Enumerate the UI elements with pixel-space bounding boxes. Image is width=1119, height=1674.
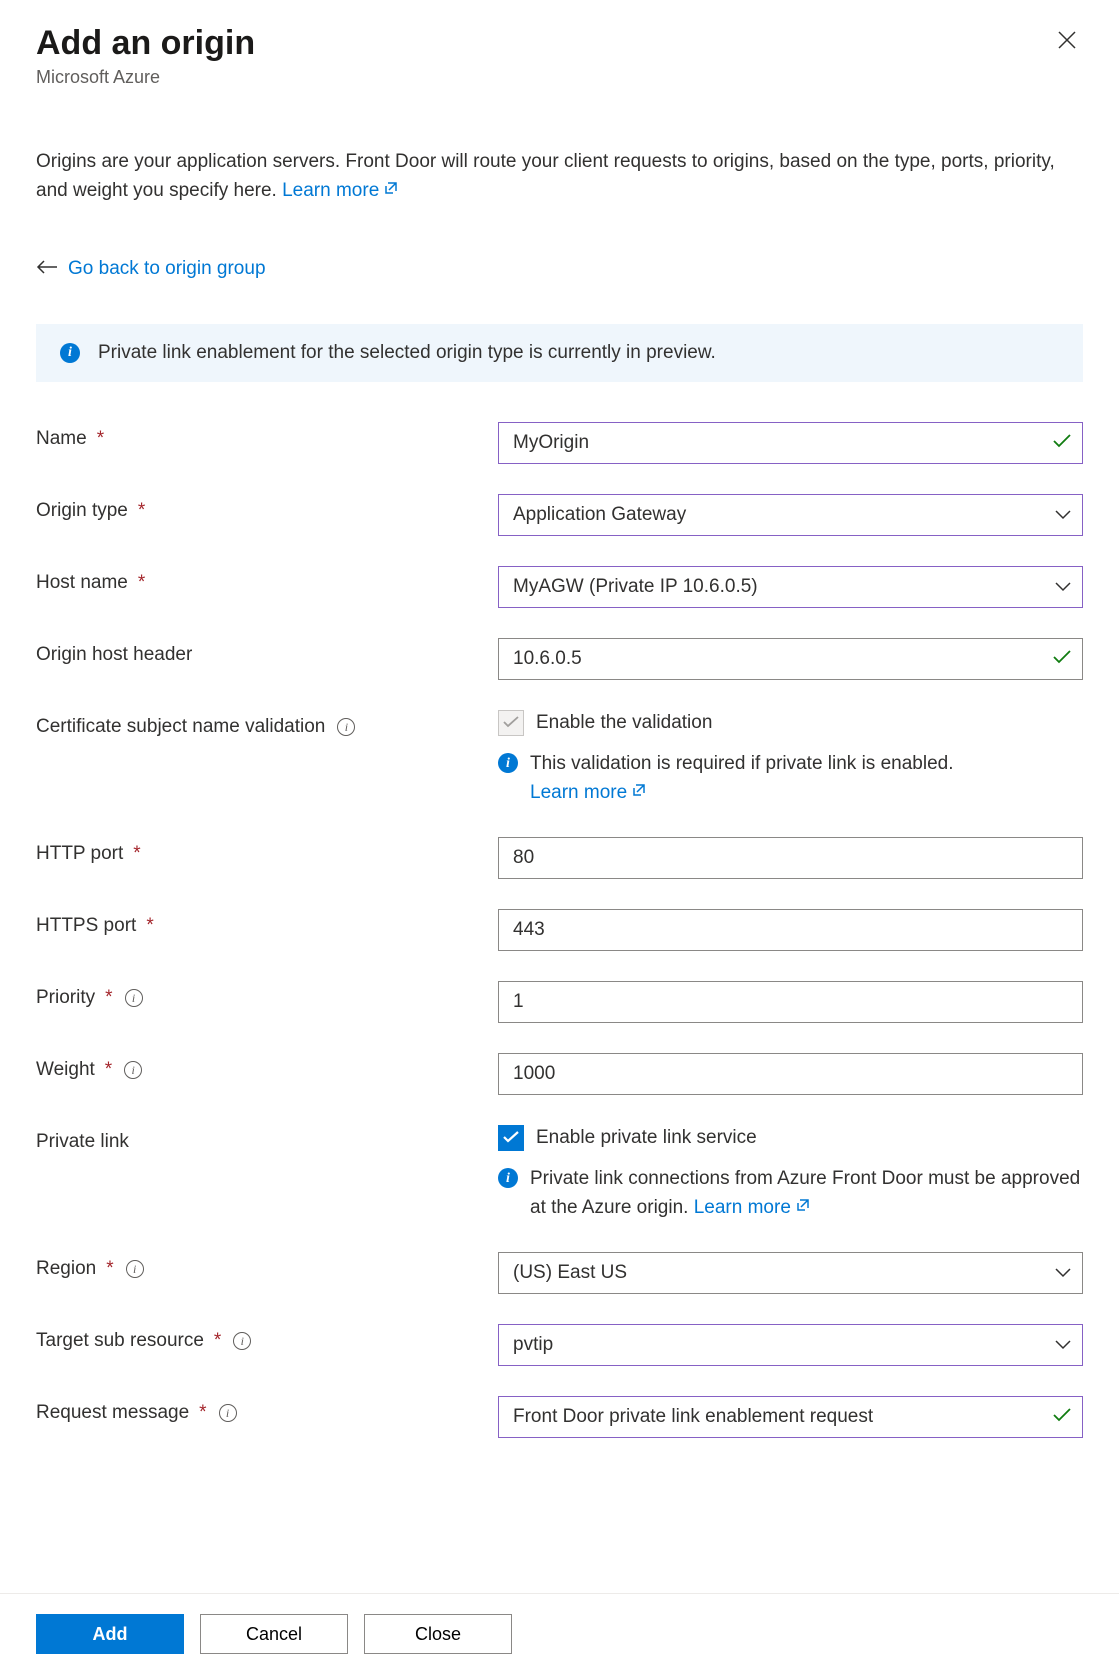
host-name-select[interactable] [498,566,1083,608]
request-msg-input[interactable] [498,1396,1083,1438]
page-title: Add an origin [36,24,255,63]
info-icon: i [498,753,518,773]
info-icon: i [498,1168,518,1188]
external-link-icon [383,177,399,206]
footer-actions: Add Cancel Close [0,1593,1119,1674]
learn-more-link[interactable]: Learn more [282,180,399,201]
host-header-input[interactable] [498,638,1083,680]
info-hint-icon[interactable]: i [337,718,355,736]
close-icon[interactable] [1051,24,1083,62]
priority-label: Priority [36,987,95,1009]
info-hint-icon[interactable]: i [124,1061,142,1079]
cancel-button[interactable]: Cancel [200,1614,348,1654]
external-link-icon [631,779,647,808]
banner-text: Private link enablement for the selected… [98,342,716,364]
description-text: Origins are your application servers. Fr… [36,148,1083,205]
back-link[interactable]: Go back to origin group [68,258,266,280]
page-subtitle: Microsoft Azure [36,67,255,88]
private-link-checkbox-label: Enable private link service [536,1127,757,1149]
region-select[interactable] [498,1252,1083,1294]
cert-validation-checkbox-label: Enable the validation [536,712,712,734]
private-link-checkbox[interactable] [498,1125,524,1151]
private-link-label: Private link [36,1131,129,1153]
info-hint-icon[interactable]: i [219,1404,237,1422]
preview-banner: i Private link enablement for the select… [36,324,1083,382]
region-label: Region [36,1258,96,1280]
name-input[interactable] [498,422,1083,464]
host-header-label: Origin host header [36,644,192,666]
origin-type-select[interactable] [498,494,1083,536]
add-button[interactable]: Add [36,1614,184,1654]
http-port-input[interactable] [498,837,1083,879]
info-hint-icon[interactable]: i [126,1260,144,1278]
host-name-label: Host name [36,572,128,594]
request-msg-label: Request message [36,1402,189,1424]
cert-validation-checkbox [498,710,524,736]
back-link-row[interactable]: Go back to origin group [36,257,1083,280]
cert-validation-info: This validation is required if private l… [530,753,954,774]
http-port-label: HTTP port [36,843,123,865]
target-sub-label: Target sub resource [36,1330,204,1352]
cert-validation-label: Certificate subject name validation [36,716,325,738]
name-label: Name [36,428,87,450]
arrow-left-icon [36,257,58,280]
external-link-icon [795,1194,811,1223]
learn-more-link[interactable]: Learn more [694,1197,811,1218]
info-hint-icon[interactable]: i [125,989,143,1007]
info-icon: i [60,343,80,363]
https-port-input[interactable] [498,909,1083,951]
origin-type-label: Origin type [36,500,128,522]
https-port-label: HTTPS port [36,915,136,937]
weight-input[interactable] [498,1053,1083,1095]
close-button[interactable]: Close [364,1614,512,1654]
learn-more-link[interactable]: Learn more [530,782,647,803]
priority-input[interactable] [498,981,1083,1023]
weight-label: Weight [36,1059,95,1081]
target-sub-select[interactable] [498,1324,1083,1366]
info-hint-icon[interactable]: i [233,1332,251,1350]
